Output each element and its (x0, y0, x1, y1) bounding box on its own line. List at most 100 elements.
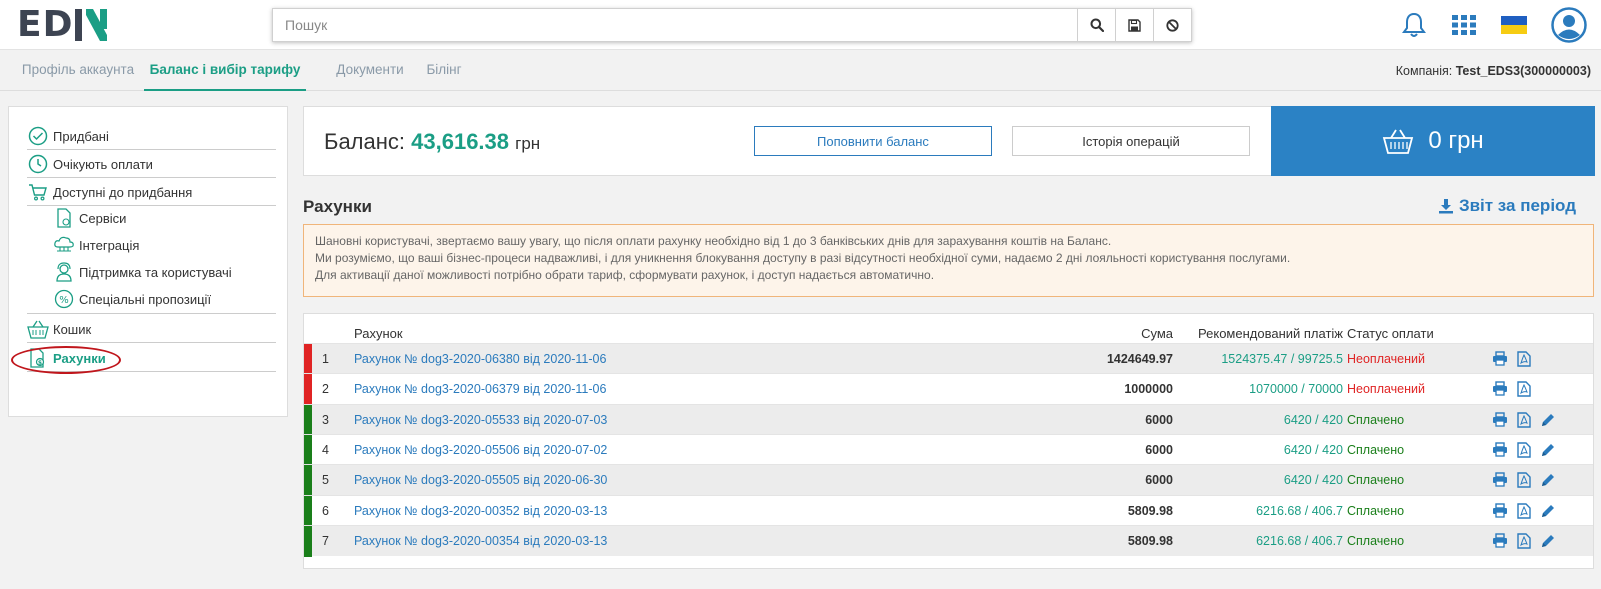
invoice-icon: $ (27, 347, 49, 369)
tab-documents[interactable]: Документи (318, 51, 422, 91)
sidebar-item-invoices[interactable]: $ Рахунки (27, 347, 276, 369)
print-icon[interactable] (1492, 351, 1508, 367)
invoice-link[interactable]: Рахунок № dog3-2020-05506 від 2020-07-02 (354, 443, 607, 457)
edin-logo[interactable]: ED (17, 6, 117, 44)
invoice-sum: 6000 (1145, 473, 1173, 488)
sidebar-item-awaiting-payment[interactable]: Очікують оплати (27, 153, 276, 175)
payment-status: Неоплачений (1347, 382, 1426, 397)
tab-account-profile[interactable]: Профіль аккаунта (14, 51, 142, 91)
pdf-icon[interactable] (1517, 351, 1531, 367)
status-marker (304, 434, 312, 466)
notice-line: Ми розуміємо, що ваші бізнес-процеси над… (315, 251, 1291, 265)
sidebar-divider (27, 313, 276, 314)
user-menu-button[interactable] (1551, 7, 1587, 43)
column-header-status: Статус оплати (1347, 326, 1434, 341)
column-header-invoice: Рахунок (354, 326, 403, 341)
edit-icon[interactable] (1540, 503, 1556, 519)
edit-icon[interactable] (1540, 472, 1556, 488)
invoice-link[interactable]: Рахунок № dog3-2020-00352 від 2020-03-13 (354, 504, 607, 518)
print-icon[interactable] (1492, 442, 1508, 458)
company-info: Компанія: Test_EDS3(300000003) (1396, 51, 1591, 91)
row-number: 6 (322, 503, 329, 518)
search-icon (1090, 18, 1104, 32)
invoice-link[interactable]: Рахунок № dog3-2020-05505 від 2020-06-30 (354, 473, 607, 487)
sidebar-item-basket[interactable]: Кошик (27, 318, 276, 340)
status-marker (304, 374, 312, 406)
cloud-network-icon (53, 234, 75, 256)
print-icon[interactable] (1492, 381, 1508, 397)
sidebar: Придбані Очікують оплати Доступні до при… (8, 106, 288, 417)
clock-icon (27, 153, 49, 175)
cart-total: 0 грн (1428, 127, 1484, 154)
sidebar-item-label: Доступні до придбання (53, 184, 193, 200)
pdf-icon[interactable] (1517, 472, 1531, 488)
invoice-link[interactable]: Рахунок № dog3-2020-06379 від 2020-11-06 (354, 382, 606, 396)
search-input[interactable] (273, 9, 1077, 41)
payment-status: Сплачено (1347, 533, 1405, 548)
edit-icon[interactable] (1540, 442, 1556, 458)
edit-icon[interactable] (1540, 533, 1556, 549)
payment-status: Сплачено (1347, 503, 1405, 518)
tab-balance-tariff[interactable]: Баланс і вибір тарифу (144, 51, 306, 91)
column-header-sum: Сума (1141, 326, 1173, 341)
invoice-sum: 5809.98 (1127, 533, 1173, 548)
invoice-link[interactable]: Рахунок № dog3-2020-06380 від 2020-11-06 (354, 352, 606, 366)
row-number: 4 (322, 442, 329, 457)
invoice-sum: 1000000 (1124, 382, 1173, 397)
print-icon[interactable] (1492, 411, 1508, 428)
pdf-icon[interactable] (1517, 442, 1531, 458)
status-marker (304, 404, 312, 436)
invoice-link[interactable]: Рахунок № dog3-2020-00354 від 2020-03-13 (354, 534, 607, 548)
pdf-icon[interactable] (1517, 502, 1531, 519)
balance-panel: Баланс: 43,616.38 грн Поповнити баланс І… (303, 106, 1595, 176)
status-marker (304, 525, 312, 557)
sidebar-item-available[interactable]: Доступні до придбання (27, 181, 276, 203)
tab-billing[interactable]: Білінг (418, 51, 470, 91)
account-tabs: Профіль аккаунта Баланс і вибір тарифу Д… (0, 51, 1601, 91)
notifications-button[interactable] (1401, 11, 1427, 39)
language-button[interactable] (1501, 16, 1527, 34)
pdf-icon[interactable] (1517, 533, 1531, 549)
row-actions (1492, 411, 1565, 428)
edit-icon[interactable] (1540, 412, 1556, 428)
sidebar-item-label: Придбані (53, 128, 109, 144)
cart-summary-button[interactable]: 0 грн (1271, 106, 1595, 176)
row-actions (1492, 502, 1565, 519)
balance-currency: грн (515, 134, 541, 153)
status-marker (304, 495, 312, 527)
table-row: 4 Рахунок № dog3-2020-05506 від 2020-07-0… (304, 433, 1593, 466)
operations-history-button[interactable]: Історія операцій (1012, 126, 1250, 156)
grid-icon (1452, 15, 1476, 35)
sidebar-item-purchased[interactable]: Придбані (27, 125, 276, 147)
top-up-balance-button[interactable]: Поповнити баланс (754, 126, 992, 156)
table-row: 5 Рахунок № dog3-2020-05505 від 2020-06-3… (304, 464, 1593, 497)
sidebar-item-integration[interactable]: Інтеграція (53, 234, 275, 256)
document-icon (53, 207, 75, 229)
pdf-icon[interactable] (1517, 381, 1531, 397)
pdf-icon[interactable] (1517, 411, 1531, 428)
invoice-link[interactable]: Рахунок № dog3-2020-05533 від 2020-07-03 (354, 413, 607, 427)
notice-line: Для активації даної можливості потрібно … (315, 268, 935, 282)
basket-icon (1383, 129, 1414, 154)
apps-button[interactable] (1451, 14, 1477, 36)
sidebar-item-label: Рахунки (53, 350, 106, 366)
row-actions (1492, 442, 1565, 458)
table-row: 1 Рахунок № dog3-2020-06380 від 2020-11-0… (304, 343, 1593, 375)
company-value: Test_EDS3(300000003) (1455, 64, 1591, 78)
print-icon[interactable] (1492, 472, 1508, 488)
save-search-button[interactable] (1115, 9, 1153, 41)
recommended-payment: 6420 / 420 (1283, 412, 1343, 427)
print-icon[interactable] (1492, 502, 1508, 519)
search-button[interactable] (1077, 9, 1115, 41)
sidebar-item-label: Підтримка та користувачі (79, 264, 232, 280)
sidebar-item-services[interactable]: Сервіси (53, 207, 275, 229)
recommended-payment: 6216.68 / 406.7 (1256, 503, 1343, 518)
sidebar-item-label: Сервіси (79, 210, 127, 226)
payment-status: Сплачено (1347, 473, 1405, 488)
sidebar-item-special-offers[interactable]: % Спеціальні пропозиції (53, 288, 275, 310)
clear-search-button[interactable] (1153, 9, 1191, 41)
print-icon[interactable] (1492, 533, 1508, 549)
row-actions (1492, 351, 1540, 367)
period-report-link[interactable]: Звіт за період (1438, 196, 1576, 216)
sidebar-item-support-users[interactable]: Підтримка та користувачі (53, 261, 275, 283)
